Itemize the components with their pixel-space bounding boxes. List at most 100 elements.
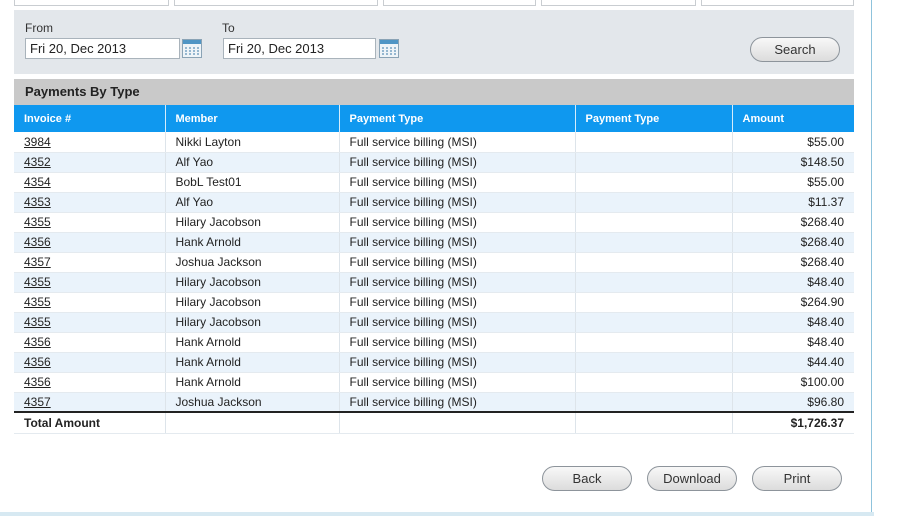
amount-cell: $55.00 [732, 172, 854, 193]
column-header-amount[interactable]: Amount [732, 105, 854, 132]
invoice-cell: 4357 [14, 392, 166, 413]
table-row: 4355 Hilary Jacobson Full service billing … [14, 272, 854, 293]
payment-type-cell: Full service billing (MSI) [339, 292, 576, 313]
invoice-link[interactable]: 3984 [24, 135, 51, 149]
payment-type-cell: Full service billing (MSI) [339, 332, 576, 353]
invoice-cell: 4355 [14, 292, 166, 313]
amount-cell: $48.40 [732, 332, 854, 353]
print-button[interactable]: Print [752, 466, 842, 491]
payment-type-2-cell [575, 212, 733, 233]
payment-type-cell: Full service billing (MSI) [339, 392, 576, 413]
total-label: Total Amount [14, 411, 166, 434]
member-cell: Hilary Jacobson [165, 272, 340, 293]
amount-cell: $264.90 [732, 292, 854, 313]
total-empty-cell [339, 411, 576, 434]
member-cell: Hank Arnold [165, 332, 340, 353]
tab-stub[interactable] [383, 0, 536, 6]
invoice-cell: 4356 [14, 332, 166, 353]
invoice-link[interactable]: 4356 [24, 335, 51, 349]
payment-type-cell: Full service billing (MSI) [339, 252, 576, 273]
invoice-link[interactable]: 4355 [24, 215, 51, 229]
invoice-cell: 4355 [14, 312, 166, 333]
payment-type-2-cell [575, 192, 733, 213]
amount-cell: $55.00 [732, 132, 854, 153]
amount-cell: $148.50 [732, 152, 854, 173]
payment-type-cell: Full service billing (MSI) [339, 372, 576, 393]
frame-bottom-edge [0, 512, 874, 516]
amount-cell: $48.40 [732, 272, 854, 293]
payment-type-cell: Full service billing (MSI) [339, 272, 576, 293]
total-amount: $1,726.37 [732, 411, 854, 434]
search-button[interactable]: Search [750, 37, 840, 62]
payment-type-cell: Full service billing (MSI) [339, 132, 576, 153]
invoice-link[interactable]: 4356 [24, 235, 51, 249]
payment-type-2-cell [575, 292, 733, 313]
column-header-payment-type-2[interactable]: Payment Type [575, 105, 733, 132]
table-row: 3984 Nikki Layton Full service billing (MS… [14, 132, 854, 153]
payment-type-2-cell [575, 392, 733, 413]
member-cell: Hilary Jacobson [165, 312, 340, 333]
member-cell: Joshua Jackson [165, 252, 340, 273]
column-header-invoice[interactable]: Invoice # [14, 105, 166, 132]
member-cell: Alf Yao [165, 152, 340, 173]
to-date-input[interactable]: Fri 20, Dec 2013 [223, 38, 376, 59]
payment-type-2-cell [575, 372, 733, 393]
payment-type-2-cell [575, 272, 733, 293]
calendar-icon[interactable] [182, 39, 202, 58]
tab-stub[interactable] [701, 0, 854, 6]
payment-type-2-cell [575, 352, 733, 373]
table-row: 4357 Joshua Jackson Full service billing (… [14, 392, 854, 413]
invoice-link[interactable]: 4354 [24, 175, 51, 189]
table-row: 4353 Alf Yao Full service billing (MSI) $11… [14, 192, 854, 213]
column-header-payment-type[interactable]: Payment Type [339, 105, 576, 132]
back-button[interactable]: Back [542, 466, 632, 491]
invoice-link[interactable]: 4355 [24, 275, 51, 289]
total-row: Total Amount $1,726.37 [14, 411, 854, 434]
invoice-link[interactable]: 4357 [24, 255, 51, 269]
table-row: 4356 Hank Arnold Full service billing (MSI… [14, 232, 854, 253]
date-filter-panel: From Fri 20, Dec 2013 To Fri 20, Dec 201… [14, 10, 854, 74]
tab-strip [14, 0, 854, 6]
invoice-link[interactable]: 4355 [24, 315, 51, 329]
to-label: To [222, 21, 235, 35]
tab-stub[interactable] [541, 0, 696, 6]
invoice-cell: 4355 [14, 212, 166, 233]
invoice-link[interactable]: 4352 [24, 155, 51, 169]
download-button[interactable]: Download [647, 466, 737, 491]
payment-type-2-cell [575, 312, 733, 333]
amount-cell: $268.40 [732, 212, 854, 233]
invoice-link[interactable]: 4357 [24, 395, 51, 409]
member-cell: BobL Test01 [165, 172, 340, 193]
amount-cell: $11.37 [732, 192, 854, 213]
invoice-cell: 4354 [14, 172, 166, 193]
invoice-cell: 4357 [14, 252, 166, 273]
invoice-cell: 4356 [14, 372, 166, 393]
amount-cell: $100.00 [732, 372, 854, 393]
calendar-icon[interactable] [379, 39, 399, 58]
from-date-input[interactable]: Fri 20, Dec 2013 [25, 38, 180, 59]
member-cell: Joshua Jackson [165, 392, 340, 413]
invoice-link[interactable]: 4355 [24, 295, 51, 309]
invoice-cell: 4355 [14, 272, 166, 293]
payment-type-cell: Full service billing (MSI) [339, 352, 576, 373]
table-header-row: Invoice # Member Payment Type Payment Ty… [14, 105, 854, 132]
table-row: 4352 Alf Yao Full service billing (MSI) $14… [14, 152, 854, 173]
tab-stub[interactable] [14, 0, 169, 6]
payment-type-cell: Full service billing (MSI) [339, 172, 576, 193]
payment-type-cell: Full service billing (MSI) [339, 232, 576, 253]
payment-type-2-cell [575, 132, 733, 153]
from-label: From [25, 21, 53, 35]
amount-cell: $268.40 [732, 232, 854, 253]
invoice-cell: 4352 [14, 152, 166, 173]
section-title: Payments By Type [14, 79, 854, 105]
invoice-link[interactable]: 4353 [24, 195, 51, 209]
payment-type-2-cell [575, 232, 733, 253]
tab-stub[interactable] [174, 0, 378, 6]
member-cell: Nikki Layton [165, 132, 340, 153]
table-row: 4355 Hilary Jacobson Full service billing … [14, 212, 854, 233]
invoice-link[interactable]: 4356 [24, 375, 51, 389]
invoice-link[interactable]: 4356 [24, 355, 51, 369]
column-header-member[interactable]: Member [165, 105, 340, 132]
invoice-cell: 3984 [14, 132, 166, 153]
table-row: 4356 Hank Arnold Full service billing (MSI… [14, 332, 854, 353]
